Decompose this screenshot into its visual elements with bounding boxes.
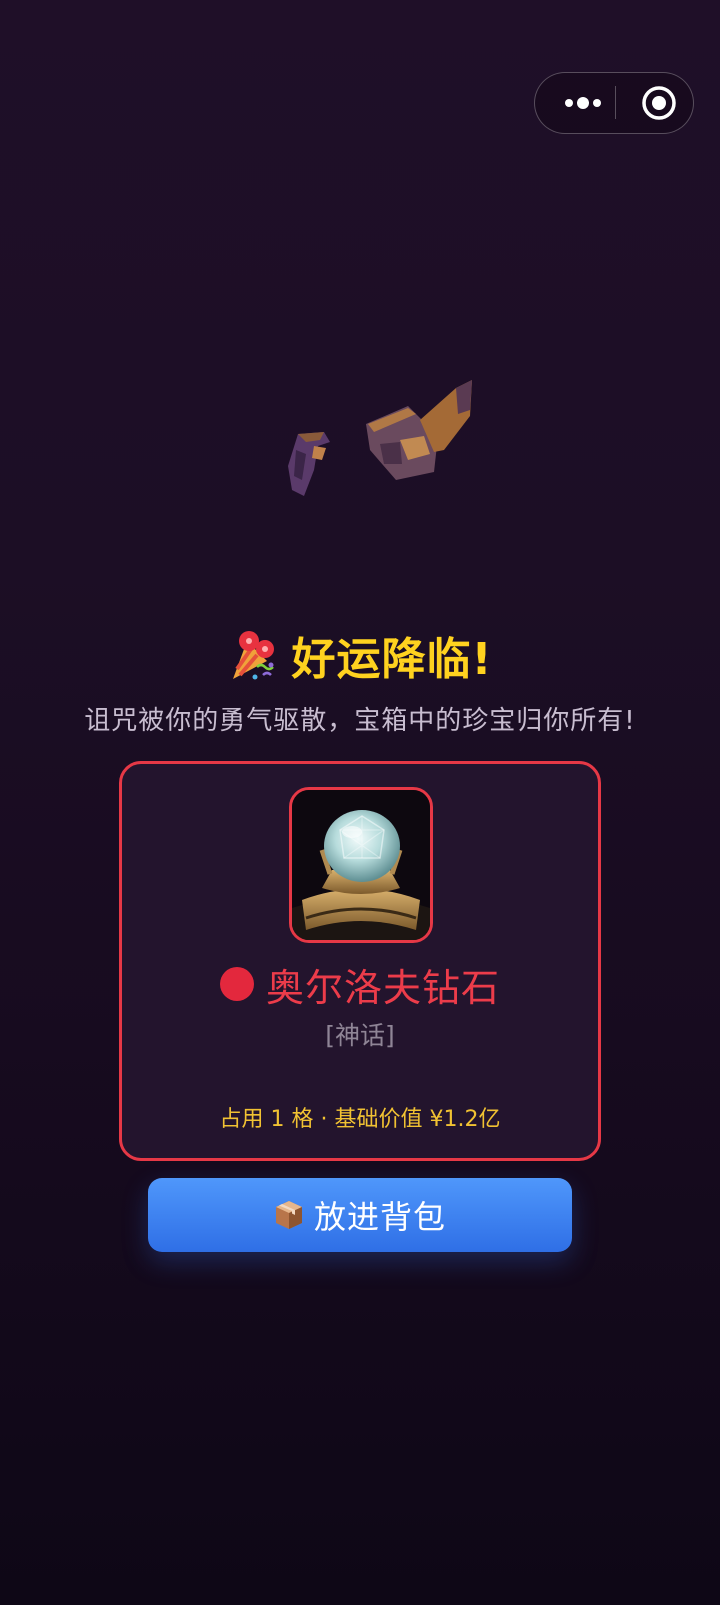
item-name: 奥尔洛夫钻石: [265, 965, 500, 1010]
result-subtitle: 诅咒被你的勇气驱散，宝箱中的珍宝归你所有!: [84, 706, 636, 736]
party-popper-icon: [233, 631, 275, 680]
more-dots-icon[interactable]: [555, 73, 611, 132]
item-rarity: [神话]: [325, 1021, 395, 1050]
item-image-frame: [289, 787, 433, 943]
package-icon: [275, 1201, 302, 1229]
capsule-divider: [615, 86, 616, 119]
target-circle-icon[interactable]: [631, 73, 687, 132]
gem-ring-icon: [292, 790, 430, 940]
item-stats: 占用 1 格 · 基础价值 ¥1.2亿: [219, 1107, 501, 1132]
rarity-dot-icon: [219, 967, 254, 1001]
reward-card: 奥尔洛夫钻石 [神话] 占用 1 格 · 基础价值 ¥1.2亿: [119, 761, 601, 1161]
result-title: 好运降临!: [291, 634, 493, 685]
put-in-bag-button[interactable]: 放进背包: [148, 1178, 572, 1252]
chest-fragment-icon: [284, 430, 336, 504]
chest-lid-fragment-icon: [360, 380, 476, 494]
result-heading: 好运降临!: [0, 624, 720, 686]
put-in-bag-label: 放进背包: [313, 1198, 446, 1236]
mini-program-capsule: [534, 72, 694, 134]
item-name-row: 奥尔洛夫钻石: [122, 956, 598, 1012]
